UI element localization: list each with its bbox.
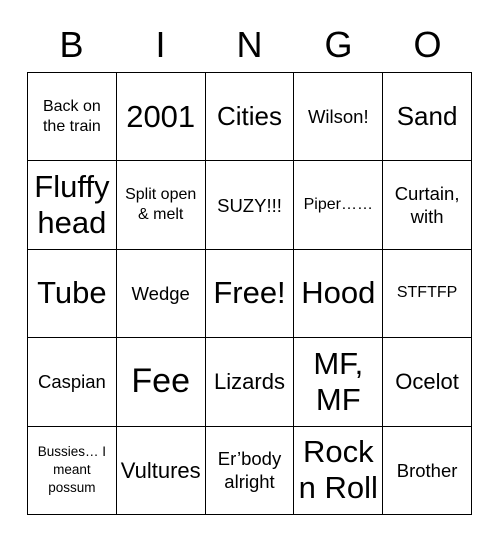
bingo-cell[interactable]: Brother — [383, 426, 472, 515]
bingo-cell[interactable]: Caspian — [28, 338, 117, 427]
bingo-cell[interactable]: Fee — [116, 338, 206, 427]
bingo-row: Back on the train 2001 Cities Wilson! Sa… — [28, 73, 472, 162]
bingo-cell-label: Caspian — [37, 371, 106, 393]
bingo-cell-label: Wilson! — [307, 106, 369, 128]
bingo-cell[interactable]: Piper…… — [294, 161, 384, 250]
bingo-cell[interactable]: MF, MF — [294, 338, 384, 427]
bingo-cell-label: Er’body alright — [217, 448, 282, 493]
bingo-row: Caspian Fee Lizards MF, MF Ocelot — [28, 338, 472, 427]
bingo-cell[interactable]: Bussies… I meant possum — [28, 426, 117, 515]
bingo-card: B I N G O Back on the train 2001 Cities … — [27, 18, 472, 515]
bingo-cell-label: STFTFP — [396, 284, 458, 302]
bingo-cell-label: Split open & melt — [125, 186, 197, 224]
bingo-cell-label: Ocelot — [395, 369, 459, 395]
bingo-row: Tube Wedge Free! Hood STFTFP — [28, 249, 472, 339]
bingo-cell-label: Fee — [131, 362, 190, 401]
bingo-cell-label: MF, MF — [313, 345, 364, 417]
bingo-cell[interactable]: Wilson! — [294, 73, 384, 162]
bingo-header-row: B I N G O — [27, 18, 472, 72]
bingo-cell[interactable]: 2001 — [116, 73, 206, 162]
bingo-cell-label: Piper…… — [303, 196, 373, 214]
bingo-row: Bussies… I meant possum Vultures Er’body… — [28, 426, 472, 515]
bingo-cell[interactable]: SUZY!!! — [205, 161, 295, 250]
bingo-cell[interactable]: Lizards — [205, 338, 295, 427]
bingo-cell-label: Bussies… I meant possum — [37, 444, 107, 496]
bingo-cell[interactable]: Sand — [383, 73, 472, 162]
bingo-grid: Back on the train 2001 Cities Wilson! Sa… — [27, 72, 472, 515]
bingo-cell[interactable]: Back on the train — [28, 73, 117, 162]
bingo-cell-label: SUZY!!! — [217, 194, 282, 216]
bingo-cell-label: Cities — [216, 101, 282, 132]
bingo-cell[interactable]: STFTFP — [383, 249, 472, 339]
bingo-cell-label: Rock n Roll — [298, 434, 378, 506]
bingo-cell[interactable]: Vultures — [116, 426, 206, 515]
bingo-cell-label: Wedge — [131, 282, 190, 304]
bingo-cell-label: 2001 — [126, 98, 196, 134]
bingo-cell-free[interactable]: Free! — [205, 249, 295, 339]
bingo-cell[interactable]: Fluffy head — [28, 161, 117, 250]
bingo-row: Fluffy head Split open & melt SUZY!!! Pi… — [28, 161, 472, 250]
bingo-cell-label: Vultures — [120, 457, 201, 483]
bingo-cell[interactable]: Curtain, with — [383, 161, 472, 250]
header-letter-n: N — [236, 24, 263, 65]
bingo-cell-label: Fluffy head — [34, 169, 110, 241]
bingo-cell-label: Curtain, with — [394, 183, 460, 228]
header-letter-g: G — [324, 24, 353, 65]
bingo-cell-label: Back on the train — [42, 97, 101, 135]
bingo-cell-label: Lizards — [214, 369, 285, 395]
bingo-cell-label: Brother — [396, 459, 458, 481]
bingo-cell[interactable]: Hood — [294, 249, 384, 339]
bingo-cell[interactable]: Cities — [205, 73, 295, 162]
header-letter-i: I — [155, 24, 166, 65]
bingo-cell[interactable]: Er’body alright — [205, 426, 295, 515]
bingo-cell-label: Tube — [37, 275, 107, 311]
bingo-cell[interactable]: Tube — [28, 249, 117, 339]
header-letter-b: B — [59, 24, 84, 65]
bingo-cell[interactable]: Wedge — [116, 249, 206, 339]
bingo-cell[interactable]: Ocelot — [383, 338, 472, 427]
bingo-cell[interactable]: Split open & melt — [116, 161, 206, 250]
bingo-cell-label: Hood — [301, 275, 376, 311]
bingo-cell[interactable]: Rock n Roll — [294, 426, 384, 515]
bingo-cell-label: Sand — [396, 101, 458, 132]
header-letter-o: O — [413, 24, 442, 65]
bingo-cell-label: Free! — [213, 275, 286, 311]
